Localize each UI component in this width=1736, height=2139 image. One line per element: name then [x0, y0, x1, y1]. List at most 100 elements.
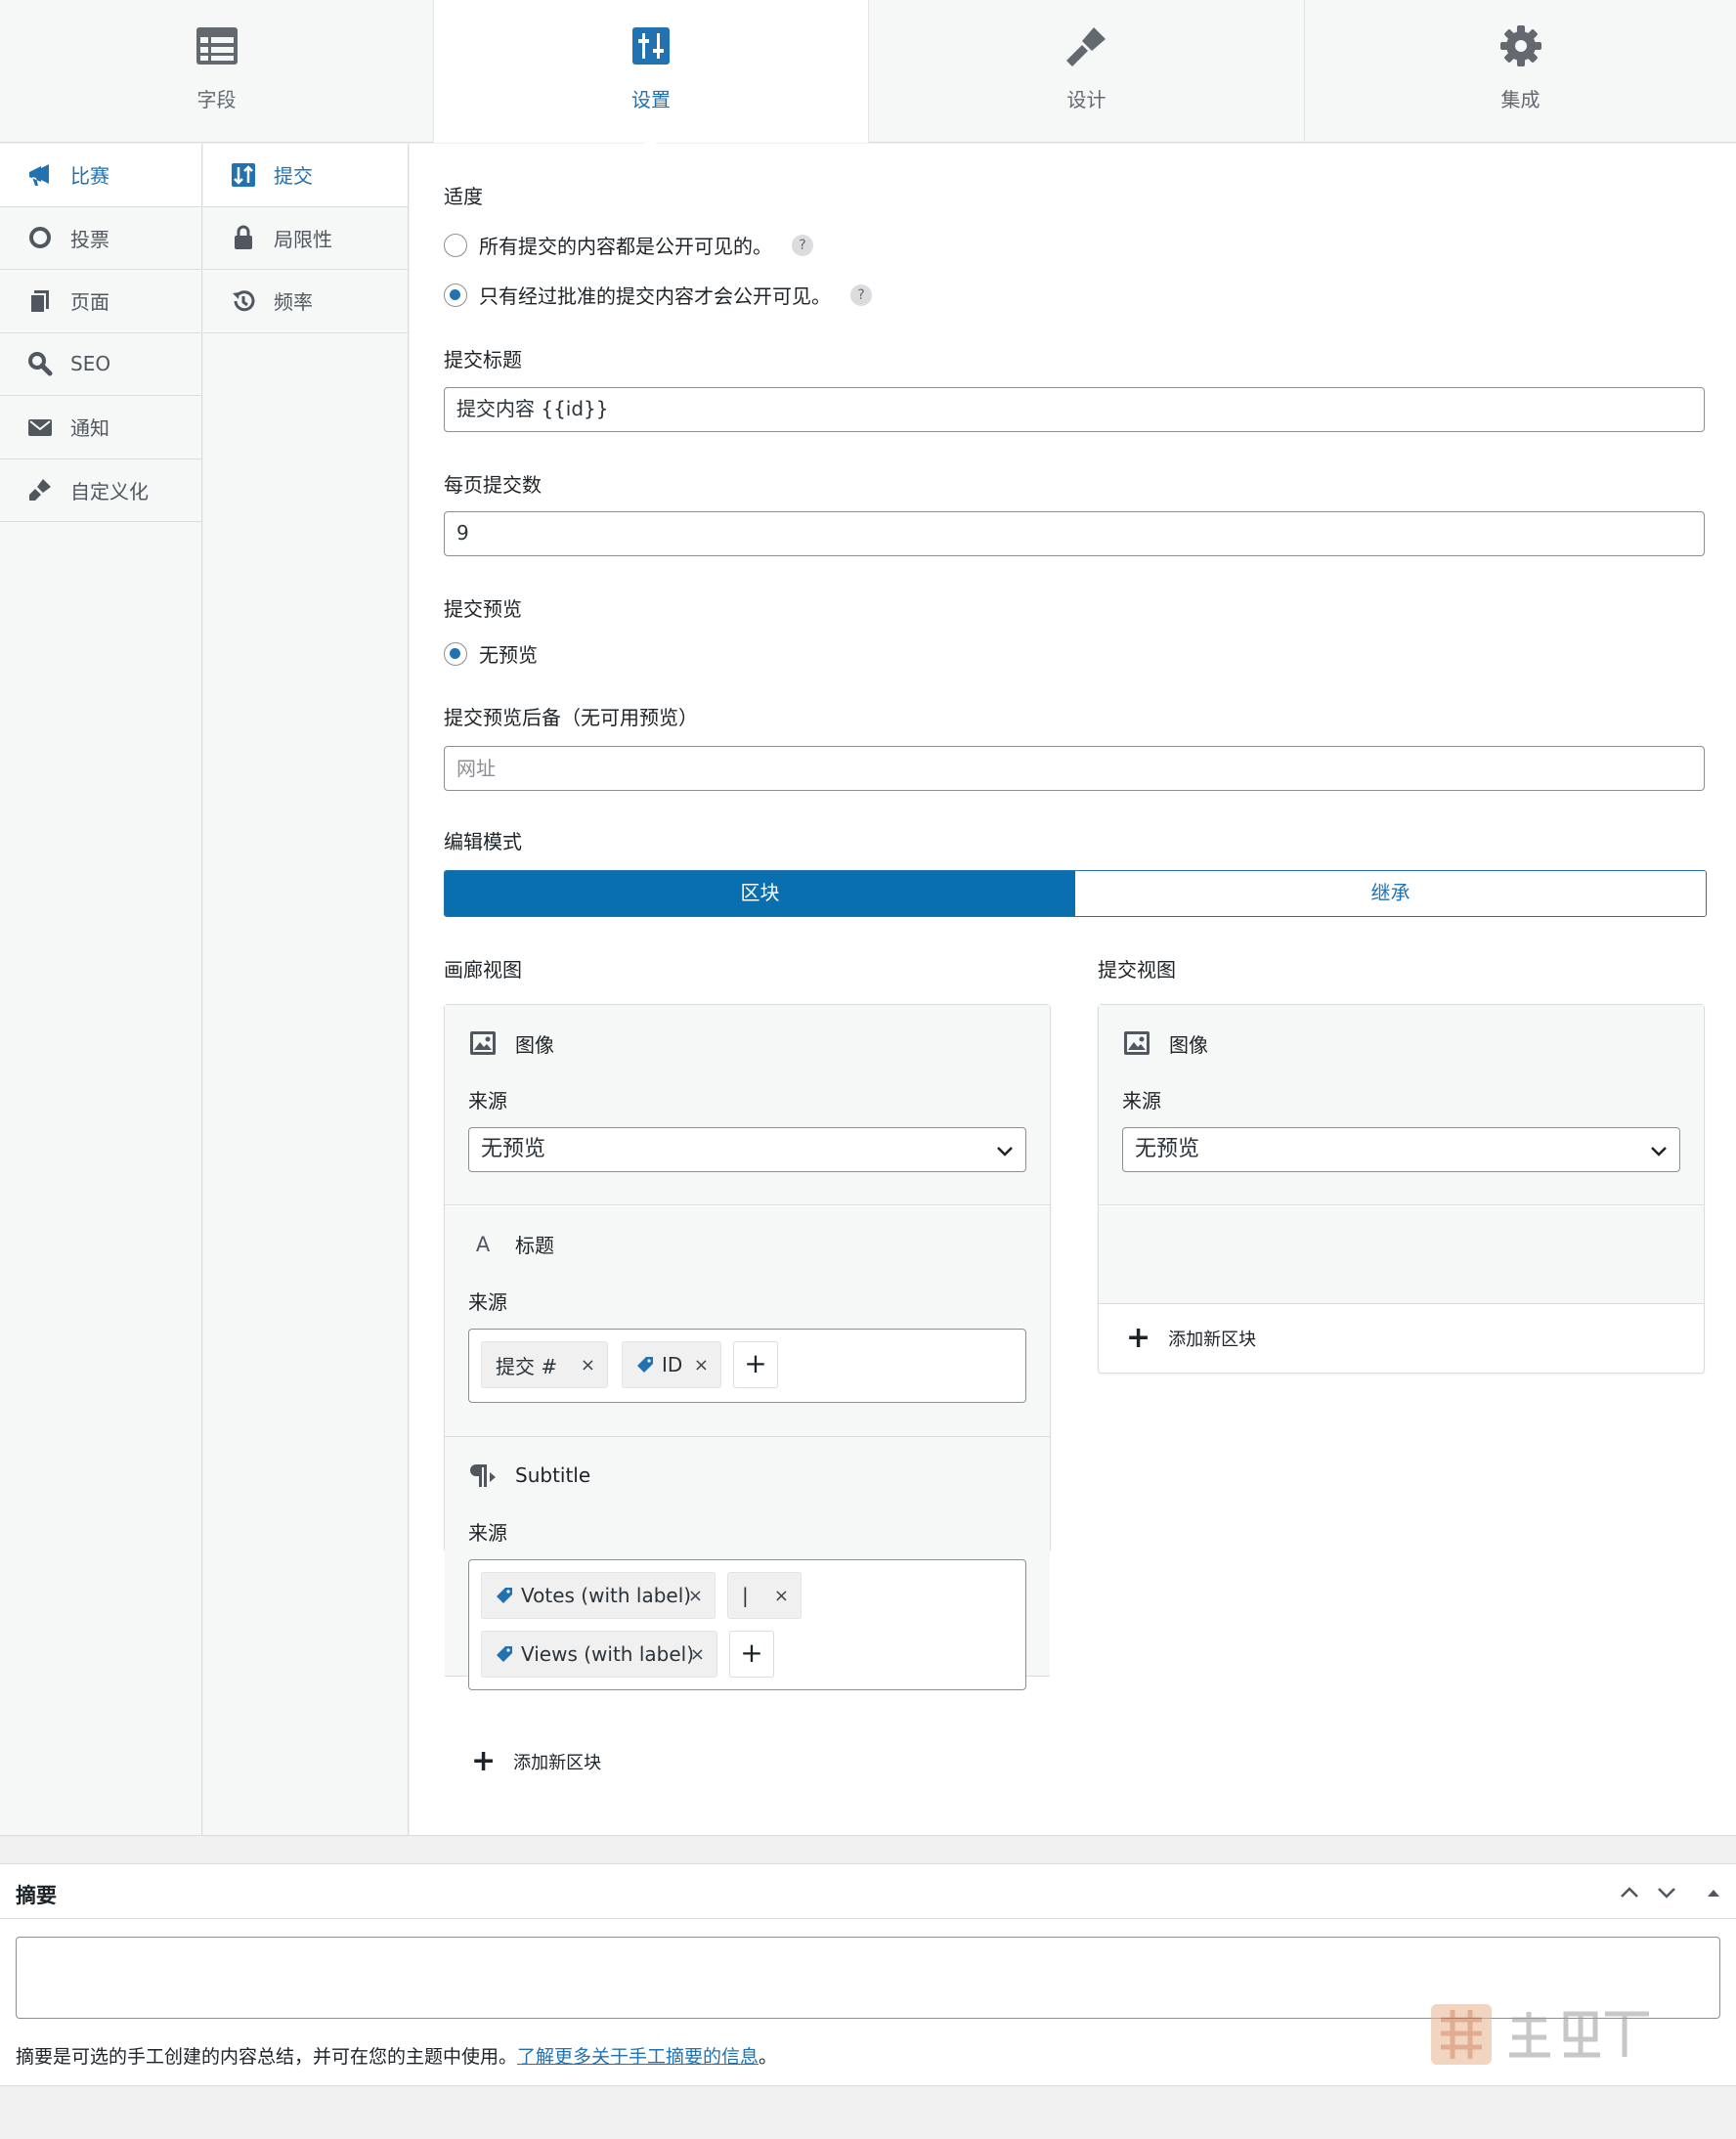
description-text: 摘要是可选的手工创建的内容总结，并可在您的主题中使用。	[16, 2046, 518, 2068]
image-source-select[interactable]: 无预览	[1122, 1127, 1680, 1172]
submission-title-label: 提交标题	[444, 348, 522, 371]
tab-label: 集成	[1500, 88, 1541, 111]
radio-button[interactable]	[444, 641, 467, 666]
add-token-button[interactable]: +	[733, 1341, 778, 1388]
subnav-item-limitations[interactable]: 局限性	[203, 207, 408, 270]
tab-label: 字段	[196, 88, 237, 111]
moderation-label: 适度	[444, 185, 483, 208]
collapse-triangle-icon[interactable]	[1701, 1880, 1726, 1905]
submission-image-block[interactable]: 图像 来源 无预览	[1099, 1005, 1704, 1205]
radio-button[interactable]	[444, 283, 467, 307]
submission-add-block-button[interactable]: + 添加新区块	[1126, 1324, 1256, 1353]
sidebar-item-customize[interactable]: 自定义化	[0, 459, 201, 522]
metabox-title: 摘要	[16, 1884, 57, 1907]
top-tab-bar: 字段 设置 设计 集成	[0, 0, 1736, 143]
token[interactable]: | ×	[727, 1572, 802, 1619]
tab-settings[interactable]: 设置	[434, 0, 869, 143]
gallery-view-label: 画廊视图	[444, 958, 522, 982]
secondary-sidebar: 提交 局限性 频率	[203, 144, 409, 1835]
gallery-title-block[interactable]: A 标题 来源 提交 # × ID × +	[445, 1206, 1050, 1437]
tab-label: 设计	[1066, 88, 1107, 111]
token-label: |	[742, 1584, 749, 1607]
gallery-image-block[interactable]: 图像 来源 无预览	[445, 1005, 1050, 1205]
moderation-option-approved[interactable]: 只有经过批准的提交内容才会公开可见。 ?	[444, 281, 872, 309]
remove-token-icon[interactable]: ×	[774, 1586, 789, 1606]
block-title: Subtitle	[515, 1463, 591, 1487]
token[interactable]: ID ×	[622, 1341, 721, 1388]
token-label: 提交 #	[496, 1354, 558, 1378]
tab-fields[interactable]: 字段	[0, 0, 434, 143]
add-block-label: 添加新区块	[1168, 1330, 1257, 1350]
title-letter-icon: A	[475, 1232, 491, 1256]
preview-fallback-input[interactable]	[444, 746, 1705, 791]
source-label: 来源	[468, 1290, 507, 1314]
tag-icon	[497, 1646, 512, 1662]
preview-option-none[interactable]: 无预览	[444, 639, 538, 668]
tab-design[interactable]: 设计	[869, 0, 1305, 143]
tab-integrations[interactable]: 集成	[1305, 0, 1736, 143]
sidebar-item-label: SEO	[70, 352, 111, 376]
subnav-item-label: 频率	[274, 290, 313, 315]
remove-token-icon[interactable]: ×	[581, 1355, 595, 1375]
sidebar-item-label: 投票	[70, 227, 109, 251]
add-token-button[interactable]: +	[729, 1631, 774, 1678]
sidebar-item-seo[interactable]: SEO	[0, 333, 201, 396]
move-up-icon[interactable]	[1617, 1880, 1642, 1905]
gear-icon	[1499, 25, 1541, 66]
radio-label: 只有经过批准的提交内容才会公开可见。	[479, 284, 831, 308]
edit-mode-blocks-button[interactable]: 区块	[445, 871, 1075, 916]
plus-icon: +	[1126, 1321, 1151, 1355]
title-source-tokens[interactable]: 提交 # × ID × +	[468, 1329, 1026, 1403]
radio-label: 无预览	[479, 643, 538, 667]
sidebar-item-label: 页面	[70, 290, 109, 315]
metabox-header: 摘要	[0, 1864, 1736, 1919]
fields-table-icon	[195, 27, 238, 65]
tag-icon	[637, 1357, 653, 1373]
moderation-option-public[interactable]: 所有提交的内容都是公开可见的。 ?	[444, 231, 813, 259]
token-label: Votes (with label)	[521, 1584, 692, 1607]
token[interactable]: Views (with label) ×	[481, 1631, 717, 1678]
add-block-label: 添加新区块	[513, 1753, 602, 1773]
radio-button[interactable]	[444, 233, 467, 257]
submission-view-label: 提交视图	[1098, 958, 1176, 982]
sidebar-item-label: 比赛	[70, 164, 109, 189]
block-header: 图像	[468, 1028, 554, 1058]
image-icon	[1124, 1031, 1150, 1055]
block-title: 图像	[1169, 1032, 1208, 1057]
per-page-input[interactable]: 9	[444, 511, 1705, 556]
help-icon[interactable]: ?	[792, 234, 813, 256]
radio-label: 所有提交的内容都是公开可见的。	[479, 235, 772, 258]
customize-brush-icon	[29, 479, 51, 502]
submission-title-input[interactable]: 提交内容 {{id}}	[444, 387, 1705, 432]
image-source-select[interactable]: 无预览	[468, 1127, 1026, 1172]
sidebar-item-pages[interactable]: 页面	[0, 270, 201, 333]
help-icon[interactable]: ?	[850, 284, 872, 306]
token[interactable]: Votes (with label) ×	[481, 1572, 716, 1619]
site-watermark-logo	[1431, 2004, 1649, 2065]
subnav-item-frequency[interactable]: 频率	[203, 270, 408, 333]
settings-panel: 适度 所有提交的内容都是公开可见的。 ? 只有经过批准的提交内容才会公开可见。 …	[410, 144, 1736, 1835]
remove-token-icon[interactable]: ×	[694, 1355, 709, 1375]
edit-mode-inherit-button[interactable]: 继承	[1075, 871, 1706, 916]
settings-sliders-icon	[632, 27, 670, 65]
sidebar-item-contest[interactable]: 比赛	[0, 144, 201, 207]
design-brush-icon	[1065, 27, 1106, 66]
tab-label: 设置	[631, 88, 671, 111]
sidebar-item-vote[interactable]: 投票	[0, 207, 201, 270]
gallery-subtitle-block[interactable]: Subtitle 来源 Votes (with label) × | × Vie…	[445, 1437, 1050, 1690]
source-label: 来源	[1122, 1089, 1161, 1113]
source-label: 来源	[468, 1089, 507, 1113]
remove-token-icon[interactable]: ×	[690, 1644, 705, 1665]
subtitle-source-tokens[interactable]: Votes (with label) × | × Views (with lab…	[468, 1559, 1026, 1690]
edit-mode-label: 编辑模式	[444, 830, 522, 853]
move-down-icon[interactable]	[1654, 1880, 1679, 1905]
chevron-down-icon	[997, 1147, 1013, 1157]
gallery-add-block-button[interactable]: + 添加新区块	[471, 1747, 601, 1776]
pages-icon	[29, 289, 49, 314]
remove-token-icon[interactable]: ×	[688, 1586, 703, 1606]
sidebar-item-notifications[interactable]: 通知	[0, 396, 201, 459]
block-header: Subtitle	[468, 1461, 590, 1490]
learn-more-link[interactable]: 了解更多关于手工摘要的信息	[517, 2046, 759, 2068]
token[interactable]: 提交 # ×	[481, 1341, 608, 1388]
subnav-item-submissions[interactable]: 提交	[203, 144, 408, 207]
